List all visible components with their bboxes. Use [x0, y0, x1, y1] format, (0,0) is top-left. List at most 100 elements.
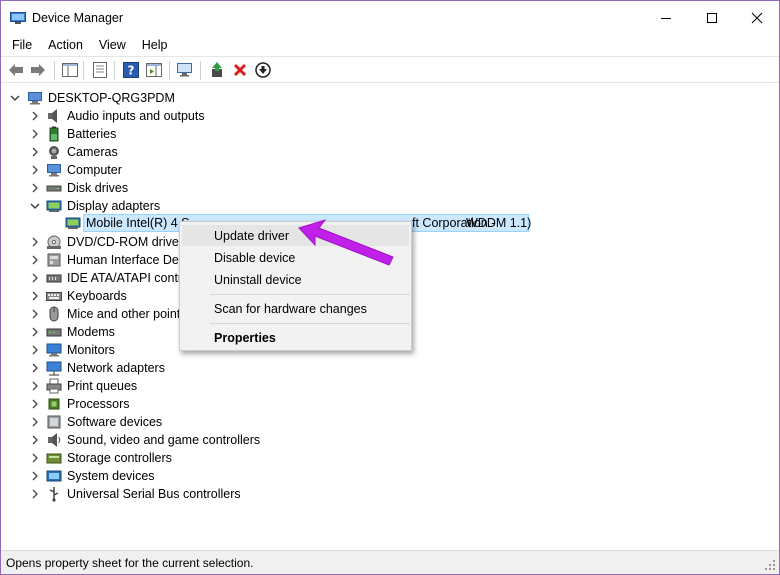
tree-category-label[interactable]: Software devices	[67, 413, 162, 431]
expand-chevron[interactable]	[30, 291, 40, 301]
computer-icon	[47, 164, 61, 177]
expand-chevron[interactable]	[30, 417, 40, 427]
ide-icon	[46, 274, 62, 283]
tree-category-label[interactable]: Human Interface Dev	[67, 251, 185, 269]
tree-root-label[interactable]: DESKTOP-QRG3PDM	[48, 89, 175, 107]
tree-category-label[interactable]: Mice and other point	[67, 305, 180, 323]
disable-device-button[interactable]	[254, 61, 272, 79]
forward-button[interactable]	[29, 61, 47, 79]
tree-category-label[interactable]: Disk drives	[67, 179, 128, 197]
disable-device-menu-item[interactable]: Disable device	[214, 251, 295, 265]
tree-category-label[interactable]: Print queues	[67, 377, 137, 395]
chevron-right-icon	[32, 435, 38, 445]
tree-category-label[interactable]: Universal Serial Bus controllers	[67, 485, 241, 503]
expand-chevron[interactable]	[30, 147, 40, 157]
help-button[interactable]: ?	[122, 61, 140, 79]
show-hide-console-tree-button[interactable]	[61, 61, 79, 79]
menu-help[interactable]: Help	[142, 35, 168, 55]
expand-chevron[interactable]	[30, 471, 40, 481]
tree-category-label[interactable]: Network adapters	[67, 359, 165, 377]
minimize-button[interactable]	[643, 1, 689, 35]
selected-device-label-start[interactable]: Mobile Intel(R) 4 S	[86, 214, 190, 232]
annotation-arrow-icon	[298, 219, 394, 266]
action-pane-button[interactable]	[145, 61, 163, 79]
tree-category-label[interactable]: IDE ATA/ATAPI contro	[67, 269, 189, 287]
update-driver-menu-item[interactable]: Update driver	[214, 229, 289, 243]
disable-device-icon	[255, 62, 271, 78]
properties-button[interactable]	[91, 61, 109, 79]
expand-chevron[interactable]	[30, 237, 40, 247]
chevron-right-icon	[32, 363, 38, 373]
properties-menu-item[interactable]: Properties	[214, 331, 276, 345]
expand-chevron[interactable]	[30, 453, 40, 463]
expand-chevron[interactable]	[30, 363, 40, 373]
collapse-chevron[interactable]	[10, 93, 20, 103]
tree-category-label[interactable]: Audio inputs and outputs	[67, 107, 205, 125]
speaker-icon	[48, 109, 57, 123]
resize-grip-icon[interactable]	[764, 559, 776, 571]
chevron-right-icon	[32, 165, 38, 175]
tree-category-label[interactable]: Modems	[67, 323, 115, 341]
chevron-right-icon	[32, 291, 38, 301]
expand-chevron[interactable]	[30, 129, 40, 139]
uninstall-device-menu-item[interactable]: Uninstall device	[214, 273, 302, 287]
tree-category-label[interactable]: DVD/CD-ROM drives	[67, 233, 185, 251]
uninstall-device-button[interactable]	[231, 61, 249, 79]
menu-action[interactable]: Action	[48, 35, 83, 55]
tree-category-label[interactable]: Storage controllers	[67, 449, 172, 467]
chevron-right-icon	[32, 489, 38, 499]
collapse-chevron[interactable]	[30, 201, 40, 211]
chevron-right-icon	[32, 417, 38, 427]
expand-chevron[interactable]	[30, 183, 40, 193]
display-adapter-icon	[65, 217, 81, 229]
tree-category-label[interactable]: Processors	[67, 395, 130, 413]
maximize-button[interactable]	[689, 1, 735, 35]
tree-category-label[interactable]: Sound, video and game controllers	[67, 431, 260, 449]
tree-category-label[interactable]: Batteries	[67, 125, 116, 143]
expand-chevron[interactable]	[30, 345, 40, 355]
expand-chevron[interactable]	[30, 489, 40, 499]
expand-chevron[interactable]	[30, 381, 40, 391]
toolbar-separator	[200, 61, 201, 80]
hid-icon	[47, 253, 61, 267]
tree-category-label[interactable]: Cameras	[67, 143, 118, 161]
computer-icon	[28, 92, 42, 105]
chevron-right-icon	[32, 255, 38, 265]
scan-hardware-button[interactable]	[176, 61, 194, 79]
tree-category-label[interactable]: Keyboards	[67, 287, 127, 305]
context-menu-separator	[210, 294, 410, 295]
expand-chevron[interactable]	[30, 399, 40, 409]
expand-chevron[interactable]	[30, 309, 40, 319]
context-menu-separator	[210, 323, 410, 324]
minimize-icon	[661, 18, 671, 19]
toolbar: ?	[1, 56, 779, 83]
chevron-right-icon	[32, 111, 38, 121]
chevron-right-icon	[32, 273, 38, 283]
modem-icon	[46, 328, 62, 337]
toolbar-separator	[169, 61, 170, 80]
tree-category-label[interactable]: Computer	[67, 161, 122, 179]
expand-chevron[interactable]	[30, 255, 40, 265]
tree-category-label[interactable]: System devices	[67, 467, 155, 485]
chevron-right-icon	[32, 237, 38, 247]
back-button[interactable]	[7, 61, 25, 79]
printer-icon	[46, 378, 62, 394]
expand-chevron[interactable]	[30, 435, 40, 445]
menu-view[interactable]: View	[99, 35, 126, 55]
selected-device-label-end[interactable]: WDDM 1.1)	[466, 214, 531, 232]
tree-category-label[interactable]: Display adapters	[67, 197, 160, 215]
close-button[interactable]	[734, 1, 780, 35]
update-driver-button[interactable]	[208, 61, 226, 79]
update-driver-icon	[212, 62, 222, 77]
tree-category-label[interactable]: Monitors	[67, 341, 115, 359]
menu-file[interactable]: File	[12, 35, 32, 55]
expand-chevron[interactable]	[30, 327, 40, 337]
device-manager-window: Device Manager File Action View Help ? D…	[0, 0, 780, 575]
expand-chevron[interactable]	[30, 273, 40, 283]
expand-chevron[interactable]	[30, 111, 40, 121]
display-adapter-icon	[46, 200, 62, 212]
chevron-down-icon	[10, 95, 20, 101]
expand-chevron[interactable]	[30, 165, 40, 175]
scan-hardware-menu-item[interactable]: Scan for hardware changes	[214, 302, 367, 316]
svg-text:?: ?	[128, 64, 135, 78]
